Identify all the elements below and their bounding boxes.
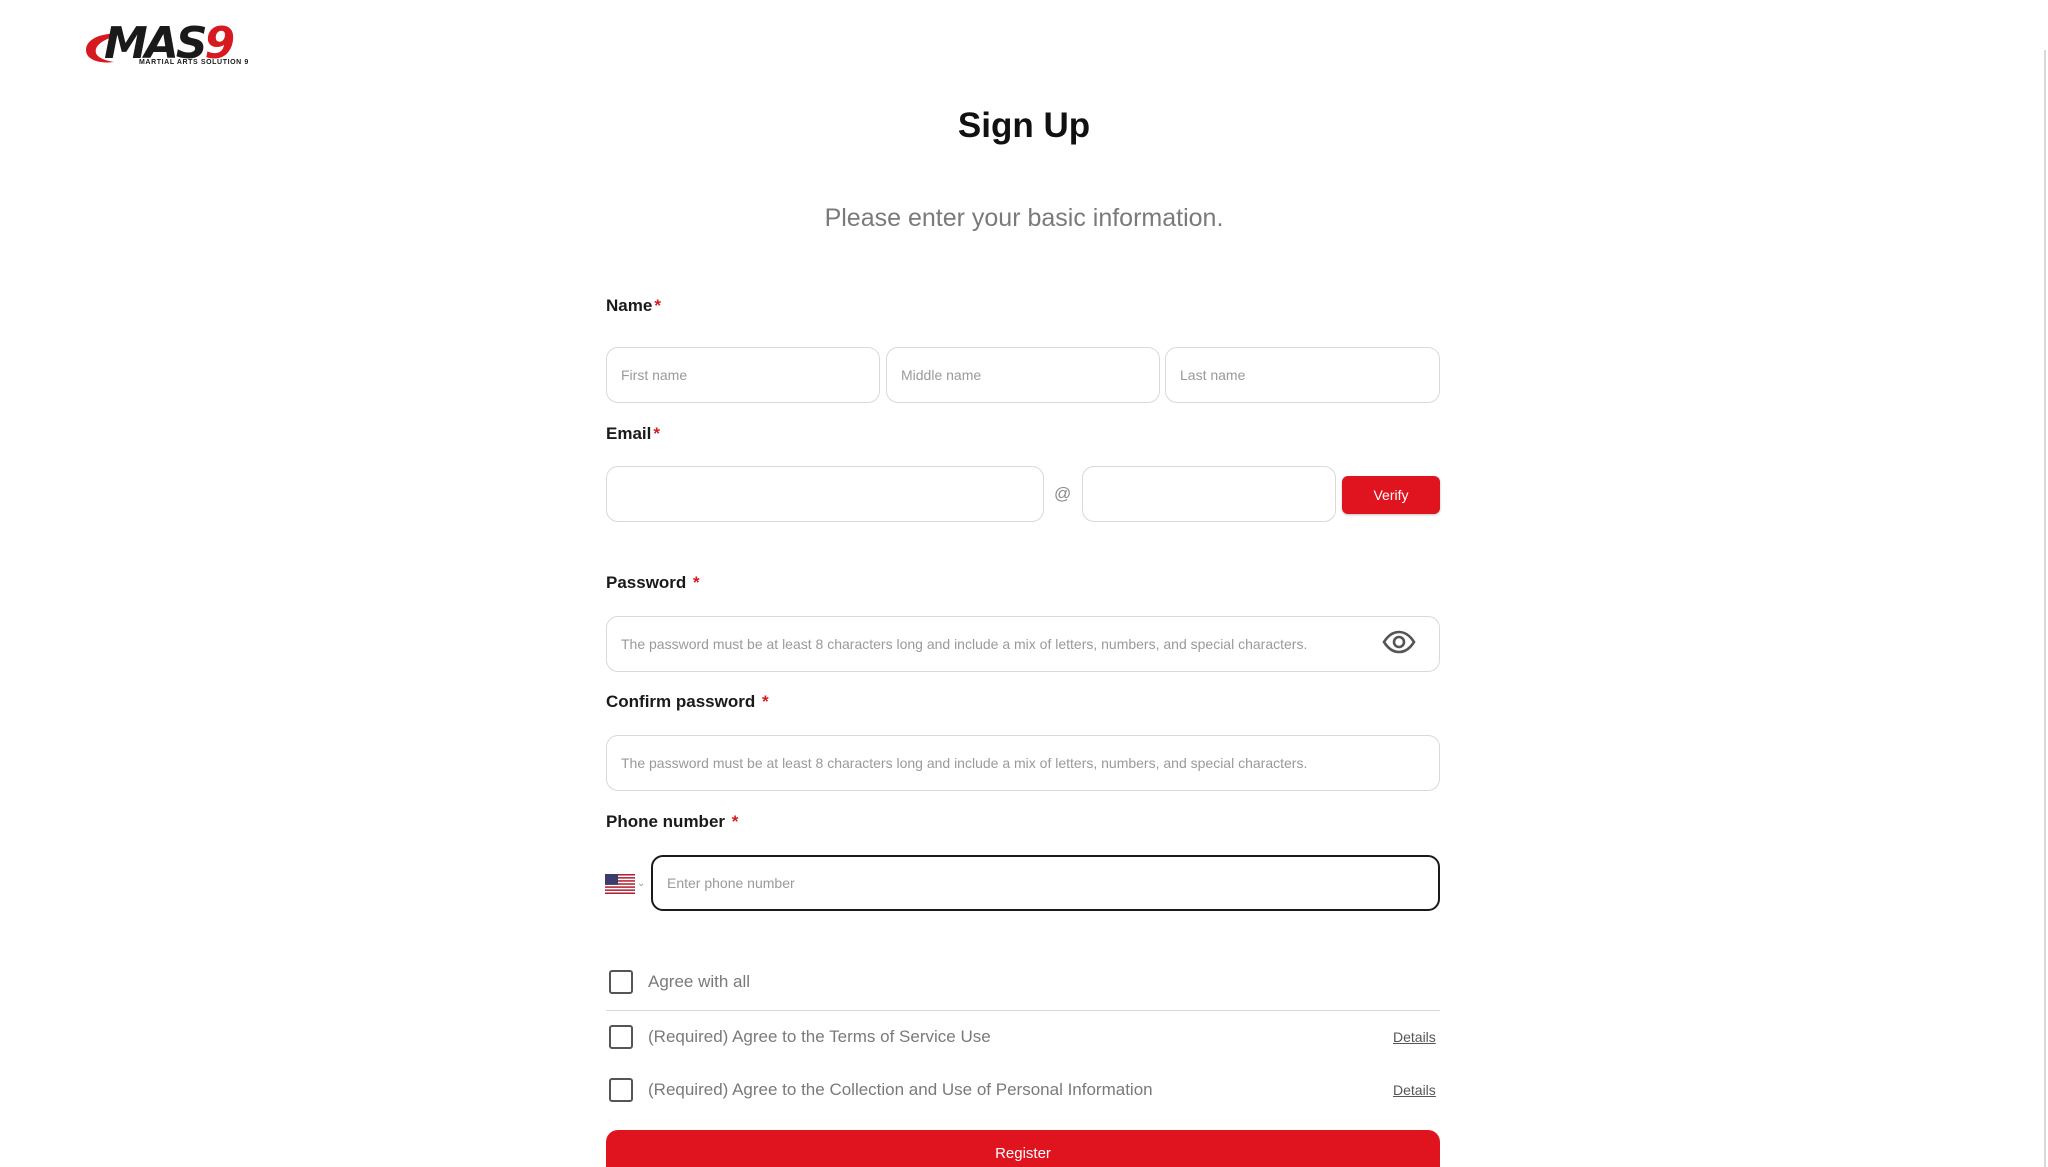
- confirm-password-label-text: Confirm password: [606, 692, 756, 711]
- terms-checkbox[interactable]: [609, 1025, 633, 1049]
- us-flag-icon[interactable]: [605, 874, 635, 894]
- privacy-label[interactable]: (Required) Agree to the Collection and U…: [648, 1080, 1153, 1100]
- phone-label-text: Phone number: [606, 812, 726, 831]
- phone-label: Phone number *: [606, 812, 738, 832]
- required-mark: *: [731, 812, 739, 831]
- divider: [606, 1010, 1440, 1011]
- password-input[interactable]: [606, 616, 1440, 672]
- register-label: Register: [995, 1144, 1051, 1162]
- email-local-input[interactable]: [606, 466, 1044, 522]
- agree-all-checkbox[interactable]: [609, 970, 633, 994]
- eye-icon[interactable]: [1382, 630, 1416, 654]
- password-label-text: Password: [606, 573, 687, 592]
- required-mark: *: [654, 296, 661, 315]
- chevron-down-icon[interactable]: ⌄: [637, 878, 645, 889]
- middle-name-input[interactable]: [886, 347, 1160, 403]
- name-label-text: Name: [606, 296, 653, 315]
- confirm-password-label: Confirm password *: [606, 692, 769, 712]
- agree-all-label[interactable]: Agree with all: [648, 972, 750, 992]
- required-mark: *: [761, 692, 769, 711]
- name-label: Name *: [606, 296, 661, 316]
- privacy-checkbox[interactable]: [609, 1078, 633, 1102]
- password-label: Password *: [606, 573, 700, 593]
- page-subtitle: Please enter your basic information.: [824, 204, 1224, 232]
- first-name-input[interactable]: [606, 347, 880, 403]
- terms-details-link[interactable]: Details: [1393, 1029, 1436, 1045]
- terms-label[interactable]: (Required) Agree to the Terms of Service…: [648, 1027, 991, 1047]
- confirm-password-input[interactable]: [606, 735, 1440, 791]
- email-label-text: Email: [606, 424, 652, 443]
- signup-page: MAS9 MARTIAL ARTS SOLUTION 9 Sign Up Ple…: [0, 0, 2048, 1167]
- at-symbol: @: [1054, 484, 1072, 503]
- email-domain-input[interactable]: [1082, 466, 1336, 522]
- phone-input[interactable]: [651, 855, 1440, 911]
- required-mark: *: [693, 573, 700, 592]
- required-mark: *: [653, 424, 660, 443]
- verify-button[interactable]: Verify: [1342, 476, 1440, 514]
- mas9-logo[interactable]: MAS9 MARTIAL ARTS SOLUTION 9: [84, 22, 262, 72]
- logo-subtitle: MARTIAL ARTS SOLUTION 9: [139, 59, 249, 66]
- privacy-details-link[interactable]: Details: [1393, 1082, 1436, 1098]
- last-name-input[interactable]: [1165, 347, 1440, 403]
- email-label: Email *: [606, 424, 660, 444]
- page-title: Sign Up: [957, 106, 1091, 145]
- register-button[interactable]: Register: [606, 1130, 1440, 1167]
